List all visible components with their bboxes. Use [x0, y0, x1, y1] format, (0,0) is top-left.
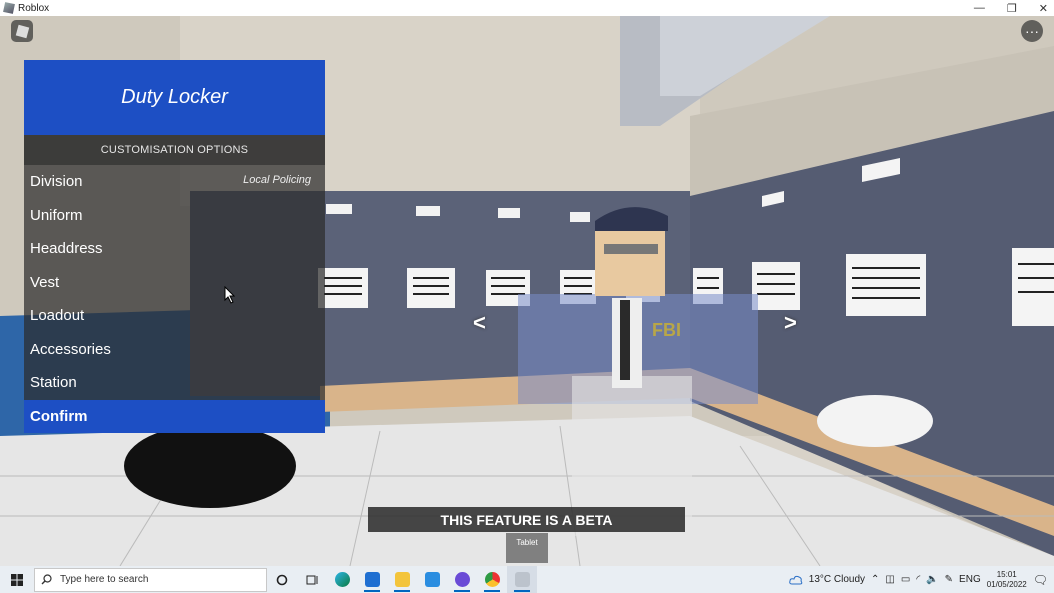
window-controls: — ❐ ✕ — [974, 0, 1048, 16]
edge-icon — [334, 572, 350, 587]
mail-taskbar-button[interactable] — [357, 566, 387, 593]
language-indicator[interactable]: ENG — [959, 574, 981, 585]
file-explorer-taskbar-button[interactable] — [387, 566, 417, 593]
windows-logo-icon — [11, 573, 23, 586]
roblox-logo-icon — [15, 24, 29, 38]
wifi-icon[interactable]: ◜ — [916, 574, 920, 585]
locker-title: Duty Locker — [24, 60, 325, 135]
window-titlebar: Roblox — ❐ ✕ — [0, 0, 1054, 16]
duty-locker-panel: Duty Locker CUSTOMISATION OPTIONS Divisi… — [24, 60, 325, 433]
app-taskbar-button[interactable] — [447, 566, 477, 593]
option-label: Vest — [30, 273, 60, 291]
restore-button[interactable]: ❐ — [1007, 2, 1017, 15]
option-loadout[interactable]: Loadout — [24, 299, 325, 333]
option-headdress[interactable]: Headdress — [24, 232, 325, 266]
option-label: Station — [30, 374, 77, 392]
search-icon — [41, 574, 52, 585]
start-button[interactable] — [0, 566, 34, 593]
option-value: Local Policing — [243, 174, 311, 186]
confirm-button[interactable]: Confirm — [24, 399, 325, 433]
chrome-icon — [484, 572, 500, 587]
volume-icon[interactable]: 🔈 — [926, 574, 938, 585]
cortana-button[interactable] — [267, 566, 297, 593]
app-icon — [454, 572, 470, 587]
clock[interactable]: 15:01 01/05/2022 — [987, 570, 1027, 590]
option-label: Headdress — [30, 240, 103, 258]
system-tray: 13°C Cloudy ⌃ ◫ ▭ ◜ 🔈 ✎ ENG 15:01 01/05/… — [789, 566, 1054, 593]
search-placeholder: Type here to search — [60, 574, 149, 585]
notification-icon[interactable]: 🗨 — [1033, 573, 1048, 587]
option-label: Accessories — [30, 340, 111, 358]
chrome-taskbar-button[interactable] — [477, 566, 507, 593]
option-label: Division — [30, 173, 83, 191]
clock-date: 01/05/2022 — [986, 579, 1027, 589]
next-arrow-button[interactable]: > — [784, 310, 797, 336]
game-viewport[interactable]: FBI ··· Duty Locker CUSTOMISATION OPTION… — [0, 16, 1054, 566]
roblox-icon — [514, 572, 530, 587]
option-division[interactable]: Division Local Policing — [24, 165, 325, 199]
close-button[interactable]: ✕ — [1039, 2, 1048, 15]
roblox-app-icon — [3, 2, 15, 14]
locker-options-list: Division Local Policing Uniform Headdres… — [24, 165, 325, 400]
more-options-icon[interactable]: ··· — [1021, 20, 1043, 42]
option-label: Loadout — [30, 307, 85, 325]
option-vest[interactable]: Vest — [24, 266, 325, 300]
option-accessories[interactable]: Accessories — [24, 333, 325, 367]
store-taskbar-button[interactable] — [417, 566, 447, 593]
locker-subtitle: CUSTOMISATION OPTIONS — [24, 135, 325, 165]
roblox-menu-button[interactable] — [11, 20, 33, 42]
minimize-button[interactable]: — — [974, 2, 985, 14]
clock-time: 15:01 — [996, 569, 1017, 579]
window-title: Roblox — [18, 2, 50, 14]
network-icon[interactable]: ◫ — [885, 574, 894, 585]
task-view-icon — [306, 575, 317, 584]
mail-icon — [364, 572, 380, 587]
mouse-cursor-icon — [224, 286, 236, 304]
option-uniform[interactable]: Uniform — [24, 199, 325, 233]
store-icon — [424, 572, 440, 587]
roblox-taskbar-button[interactable] — [507, 566, 537, 593]
cortana-circle-icon — [276, 574, 288, 585]
windows-taskbar: Type here to search 13°C Cloudy ⌃ ◫ ▭ ◜ … — [0, 566, 1054, 593]
folder-icon — [394, 572, 410, 587]
battery-icon[interactable]: ▭ — [901, 574, 910, 585]
taskbar-search-input[interactable]: Type here to search — [34, 567, 267, 592]
option-label: Uniform — [30, 206, 83, 224]
weather-text[interactable]: 13°C Cloudy — [809, 574, 865, 585]
chevron-up-icon[interactable]: ⌃ — [871, 574, 879, 585]
vest-text: FBI — [652, 320, 681, 340]
task-view-button[interactable] — [297, 566, 327, 593]
option-station[interactable]: Station — [24, 366, 325, 400]
cloud-icon — [789, 575, 803, 584]
tablet-button[interactable]: Tablet — [506, 533, 548, 563]
previous-arrow-button[interactable]: < — [473, 310, 486, 336]
beta-notice-banner: THIS FEATURE IS A BETA — [368, 507, 685, 532]
edge-taskbar-button[interactable] — [327, 566, 357, 593]
pen-icon[interactable]: ✎ — [945, 574, 953, 585]
